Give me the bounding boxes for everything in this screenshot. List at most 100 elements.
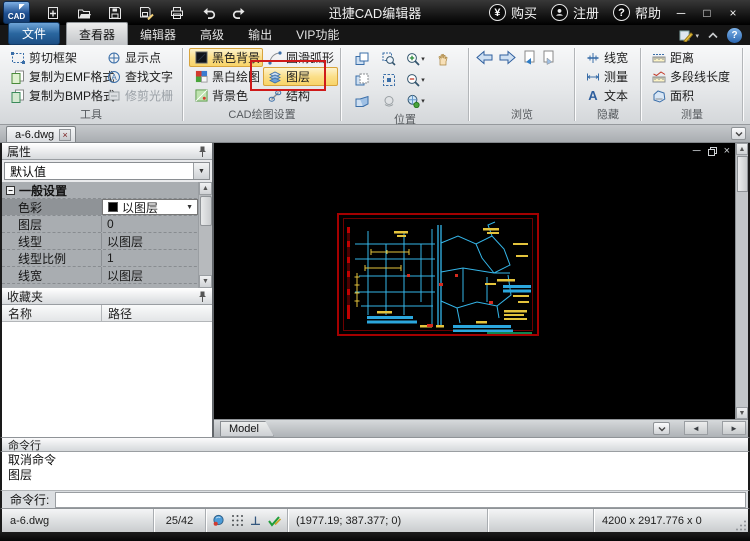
property-row-color[interactable]: 色彩 以图层▼ bbox=[2, 199, 212, 216]
tab-output[interactable]: 输出 bbox=[236, 23, 284, 45]
smooth-arc-button[interactable]: 圆滑弧形 bbox=[263, 48, 338, 67]
property-preset-dropdown[interactable]: 默认值 ▼ bbox=[4, 162, 210, 180]
cut-frame-button[interactable]: 剪切框架 bbox=[6, 48, 102, 67]
scroll-up-icon[interactable]: ▲ bbox=[199, 182, 212, 195]
show-points-button[interactable]: 显示点 bbox=[102, 48, 177, 67]
zoom-in-button[interactable]: ▾ bbox=[402, 48, 429, 69]
property-row-layer[interactable]: 图层 0 bbox=[2, 216, 212, 233]
redo-button[interactable] bbox=[228, 3, 250, 23]
spacer bbox=[429, 69, 456, 90]
zoom-scale-dropdown-icon: ▾ bbox=[421, 97, 425, 105]
tab-advanced[interactable]: 高级 bbox=[188, 23, 236, 45]
minimize-button[interactable]: ─ bbox=[670, 4, 692, 22]
copy-emf-button[interactable]: 复制为EMF格式 bbox=[6, 67, 102, 86]
area-button[interactable]: 面积 bbox=[647, 86, 742, 105]
drawing-viewport[interactable]: ─ × bbox=[214, 143, 748, 419]
property-row-linetype[interactable]: 线型 以图层 bbox=[2, 233, 212, 250]
color-value-dropdown[interactable]: 以图层▼ bbox=[102, 199, 198, 215]
scroll-left-button[interactable]: ◄ bbox=[684, 421, 708, 435]
open-file-button[interactable] bbox=[73, 3, 95, 23]
document-tab-close-icon[interactable]: × bbox=[59, 129, 71, 141]
tab-viewer[interactable]: 查看器 bbox=[66, 22, 128, 45]
pin-icon[interactable] bbox=[198, 146, 207, 158]
close-button[interactable]: × bbox=[722, 4, 744, 22]
command-input[interactable] bbox=[55, 492, 746, 508]
paste-view-button[interactable] bbox=[348, 69, 375, 90]
undo-button[interactable] bbox=[197, 3, 219, 23]
property-grid-scrollbar[interactable]: ▲ ▼ bbox=[198, 182, 212, 288]
collapse-icon[interactable]: − bbox=[6, 186, 15, 195]
status-spacer bbox=[488, 509, 594, 532]
text-toggle[interactable]: A文本 bbox=[581, 86, 640, 105]
app-logo[interactable]: CAD bbox=[3, 1, 30, 24]
polyline-length-button[interactable]: 多段线长度 bbox=[647, 67, 742, 86]
property-row-lineweight[interactable]: 线宽 以图层 bbox=[2, 267, 212, 284]
scrollbar-thumb[interactable] bbox=[200, 196, 212, 226]
user-icon bbox=[551, 4, 568, 21]
background-color-button[interactable]: 背景色 bbox=[189, 86, 263, 105]
ortho-toggle-icon[interactable]: ⊥ bbox=[250, 514, 261, 528]
group-label-tools: 工具 bbox=[0, 106, 182, 124]
scroll-down-icon[interactable]: ▼ bbox=[199, 275, 212, 288]
zoom-out-button[interactable]: ▾ bbox=[402, 69, 429, 90]
save-as-button[interactable] bbox=[135, 3, 157, 23]
favorites-col-path[interactable]: 路径 bbox=[102, 305, 132, 322]
favorites-col-name[interactable]: 名称 bbox=[2, 305, 102, 322]
maximize-button[interactable]: □ bbox=[696, 4, 718, 22]
view-3d-button[interactable] bbox=[348, 90, 375, 111]
previous-page-button[interactable] bbox=[476, 50, 493, 65]
line-width-toggle[interactable]: 线宽 bbox=[581, 48, 640, 67]
layout-list-chevron-button[interactable] bbox=[653, 422, 670, 435]
snap-toggle-icon[interactable] bbox=[212, 514, 225, 527]
document-tab[interactable]: a-6.dwg × bbox=[6, 126, 76, 142]
style-pen-button[interactable]: ▾ bbox=[679, 29, 699, 42]
print-button[interactable] bbox=[166, 3, 188, 23]
doc-close-icon[interactable]: × bbox=[724, 146, 730, 156]
osnap-toggle-icon[interactable] bbox=[267, 514, 281, 527]
black-background-button[interactable]: 黑色背景 bbox=[189, 48, 263, 67]
copy-bmp-button[interactable]: 复制为BMP格式 bbox=[6, 86, 102, 105]
structure-button[interactable]: 结构 bbox=[263, 86, 338, 105]
find-text-button[interactable]: A查找文字 bbox=[102, 67, 177, 86]
zoom-window-button[interactable] bbox=[375, 48, 402, 69]
bw-drawing-button[interactable]: 黑白绘图 bbox=[189, 67, 263, 86]
tab-editor[interactable]: 编辑器 bbox=[128, 23, 188, 45]
buy-button[interactable]: ¥购买 bbox=[484, 3, 542, 22]
tab-list-chevron-button[interactable] bbox=[731, 127, 746, 140]
grid-toggle-icon[interactable] bbox=[231, 514, 244, 527]
favorites-list[interactable] bbox=[2, 322, 212, 437]
scroll-down-icon[interactable]: ▼ bbox=[736, 407, 748, 419]
last-page-button[interactable] bbox=[542, 50, 556, 65]
scroll-right-button[interactable]: ► bbox=[722, 421, 746, 435]
register-button[interactable]: 注册 bbox=[546, 3, 604, 22]
pan-button[interactable] bbox=[429, 48, 456, 69]
status-page-indicator: 25/42 bbox=[154, 509, 206, 532]
pin-icon[interactable] bbox=[198, 291, 207, 303]
zoom-scale-button[interactable]: ▾ bbox=[402, 90, 429, 111]
doc-restore-icon[interactable] bbox=[708, 147, 717, 156]
previous-view-button[interactable] bbox=[375, 90, 402, 111]
scroll-up-icon[interactable]: ▲ bbox=[736, 143, 748, 155]
distance-button[interactable]: 距离 bbox=[647, 48, 742, 67]
copy-view-button[interactable] bbox=[348, 48, 375, 69]
next-page-button[interactable] bbox=[499, 50, 516, 65]
resize-grip[interactable] bbox=[734, 509, 748, 532]
measure-toggle[interactable]: 测量 bbox=[581, 67, 640, 86]
doc-minimize-icon[interactable]: ─ bbox=[693, 146, 701, 156]
layers-button[interactable]: 图层 bbox=[263, 67, 338, 86]
layout-scroll-arrows: ◄ ► bbox=[684, 421, 746, 435]
save-button[interactable] bbox=[104, 3, 126, 23]
quick-help-icon[interactable]: ? bbox=[727, 28, 742, 43]
property-row-linetype-scale[interactable]: 线型比例 1 bbox=[2, 250, 212, 267]
tab-vip[interactable]: VIP功能 bbox=[284, 23, 351, 45]
new-file-button[interactable] bbox=[42, 3, 64, 23]
first-page-button[interactable] bbox=[522, 50, 536, 65]
canvas-vertical-scrollbar[interactable]: ▲ ▼ bbox=[735, 143, 748, 419]
help-button[interactable]: ?帮助 bbox=[608, 3, 666, 22]
scrollbar-thumb[interactable] bbox=[737, 156, 748, 192]
collapse-ribbon-button[interactable] bbox=[707, 31, 719, 40]
property-group-row[interactable]: −一般设置 bbox=[2, 182, 212, 199]
file-menu-button[interactable]: 文件 bbox=[8, 22, 60, 45]
model-tab[interactable]: Model bbox=[220, 421, 274, 437]
zoom-extents-button[interactable] bbox=[375, 69, 402, 90]
